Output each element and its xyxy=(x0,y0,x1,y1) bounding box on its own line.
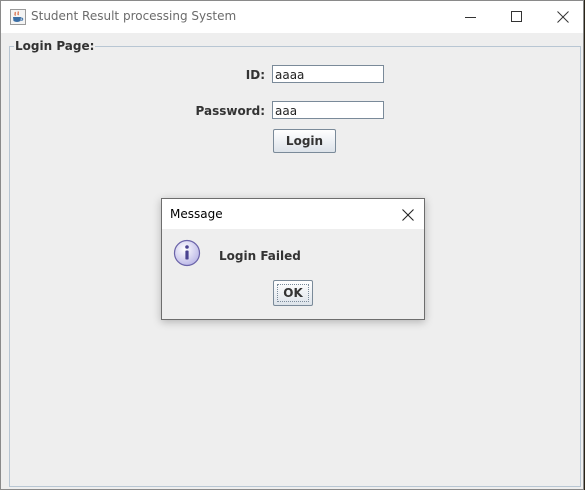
login-button[interactable]: Login xyxy=(273,129,336,153)
close-icon xyxy=(557,11,569,23)
password-field[interactable]: aaa xyxy=(272,101,384,119)
information-icon xyxy=(173,239,201,267)
dialog-title-bar[interactable]: Message xyxy=(162,199,424,229)
java-cup-icon xyxy=(10,9,26,25)
close-button[interactable] xyxy=(540,1,585,33)
minimize-icon xyxy=(465,17,476,18)
minimize-button[interactable] xyxy=(448,1,494,33)
dialog-message: Login Failed xyxy=(219,249,301,263)
dialog-title: Message xyxy=(170,207,223,221)
title-bar[interactable]: Student Result processing System xyxy=(1,1,583,33)
maximize-icon xyxy=(511,11,522,22)
message-dialog: Message Login Failed OK xyxy=(161,198,425,320)
group-title: Login Page: xyxy=(14,39,96,53)
dialog-close-button[interactable] xyxy=(394,205,422,225)
ok-button[interactable]: OK xyxy=(273,280,313,306)
password-label: Password: xyxy=(195,104,266,118)
close-icon xyxy=(402,209,414,221)
ok-button-label: OK xyxy=(283,286,303,300)
window-title: Student Result processing System xyxy=(31,9,237,23)
id-label: ID: xyxy=(245,68,265,82)
maximize-button[interactable] xyxy=(494,1,540,33)
id-field[interactable]: aaaa xyxy=(272,65,384,83)
